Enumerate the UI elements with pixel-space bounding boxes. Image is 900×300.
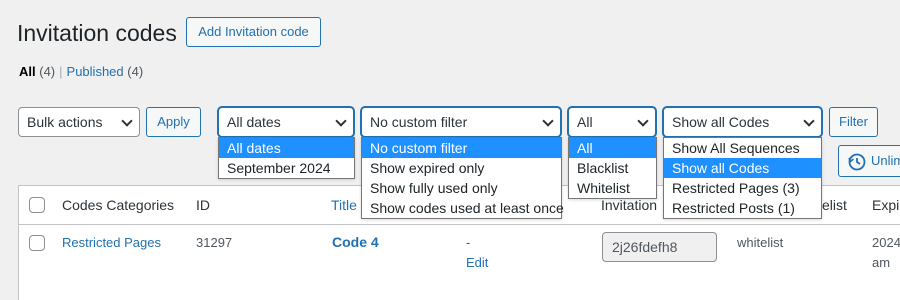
custom-filter-option[interactable]: Show codes used at least once <box>362 198 564 218</box>
column-id: ID <box>196 197 210 213</box>
view-published[interactable]: Published (4) <box>67 64 144 79</box>
custom-filter-dropdown-list: No custom filter Show expired only Show … <box>361 137 564 219</box>
list-filter-select[interactable]: All <box>568 107 656 137</box>
dates-option[interactable]: September 2024 <box>219 158 354 178</box>
add-invitation-code-button[interactable]: Add Invitation code <box>186 17 321 47</box>
chevron-down-icon <box>121 115 133 127</box>
codes-filter-option[interactable]: Restricted Posts (1) <box>664 198 821 218</box>
column-codes-categories: Codes Categories <box>62 197 175 213</box>
row-category-link[interactable]: Restricted Pages <box>62 235 161 250</box>
codes-filter-dropdown-list: Show All Sequences Show all Codes Restri… <box>663 137 822 219</box>
row-title-link[interactable]: Code 4 <box>332 234 379 250</box>
list-filter-option[interactable]: All <box>569 138 656 158</box>
codes-filter-option[interactable]: Show all Codes <box>664 158 821 178</box>
history-icon <box>848 153 866 171</box>
row-expires-time: am <box>872 255 891 270</box>
apply-button[interactable]: Apply <box>146 107 201 137</box>
row-edit-link[interactable]: Edit <box>466 255 488 270</box>
chevron-down-icon <box>542 115 554 127</box>
chevron-down-icon <box>803 115 815 127</box>
chevron-down-icon <box>637 115 649 127</box>
dates-dropdown-list: All dates September 2024 <box>218 137 355 179</box>
invitation-code-field[interactable]: 2j26fdefh8 <box>602 232 717 262</box>
view-all[interactable]: All (4) <box>19 64 55 79</box>
column-title[interactable]: Title <box>331 197 357 213</box>
row-id: 31297 <box>196 235 233 250</box>
chevron-down-icon <box>335 115 347 127</box>
column-invitation: Invitation <box>601 197 658 213</box>
dates-option[interactable]: All dates <box>219 138 354 158</box>
view-filters: All (4) | Published (4) <box>19 64 144 79</box>
unlimited-button[interactable]: Unlim <box>838 145 900 177</box>
row-expires-date: 2024 <box>872 235 900 250</box>
custom-filter-option[interactable]: Show fully used only <box>362 178 561 198</box>
codes-filter-option[interactable]: Restricted Pages (3) <box>664 178 821 198</box>
custom-filter-option[interactable]: Show expired only <box>362 158 561 178</box>
codes-filter-option[interactable]: Show All Sequences <box>664 138 821 158</box>
row-checkbox[interactable] <box>29 235 45 251</box>
table-header-divider <box>18 224 900 225</box>
list-filter-dropdown-list: All Blacklist Whitelist <box>568 137 657 199</box>
custom-filter-option[interactable]: No custom filter <box>362 138 561 158</box>
custom-filter-select[interactable]: No custom filter <box>361 107 561 137</box>
column-expires: Expir <box>872 197 900 213</box>
row-list-type: whitelist <box>737 235 784 250</box>
row-dash: - <box>466 235 471 250</box>
page-title: Invitation codes <box>17 20 177 46</box>
codes-filter-select[interactable]: Show all Codes <box>663 107 822 137</box>
select-all-checkbox[interactable] <box>29 197 45 213</box>
list-filter-option[interactable]: Blacklist <box>569 158 656 178</box>
dates-filter-select[interactable]: All dates <box>218 107 354 137</box>
filter-button[interactable]: Filter <box>829 107 878 137</box>
list-filter-option[interactable]: Whitelist <box>569 178 656 198</box>
column-list: elist <box>822 197 847 213</box>
bulk-actions-select[interactable]: Bulk actions <box>18 107 140 137</box>
